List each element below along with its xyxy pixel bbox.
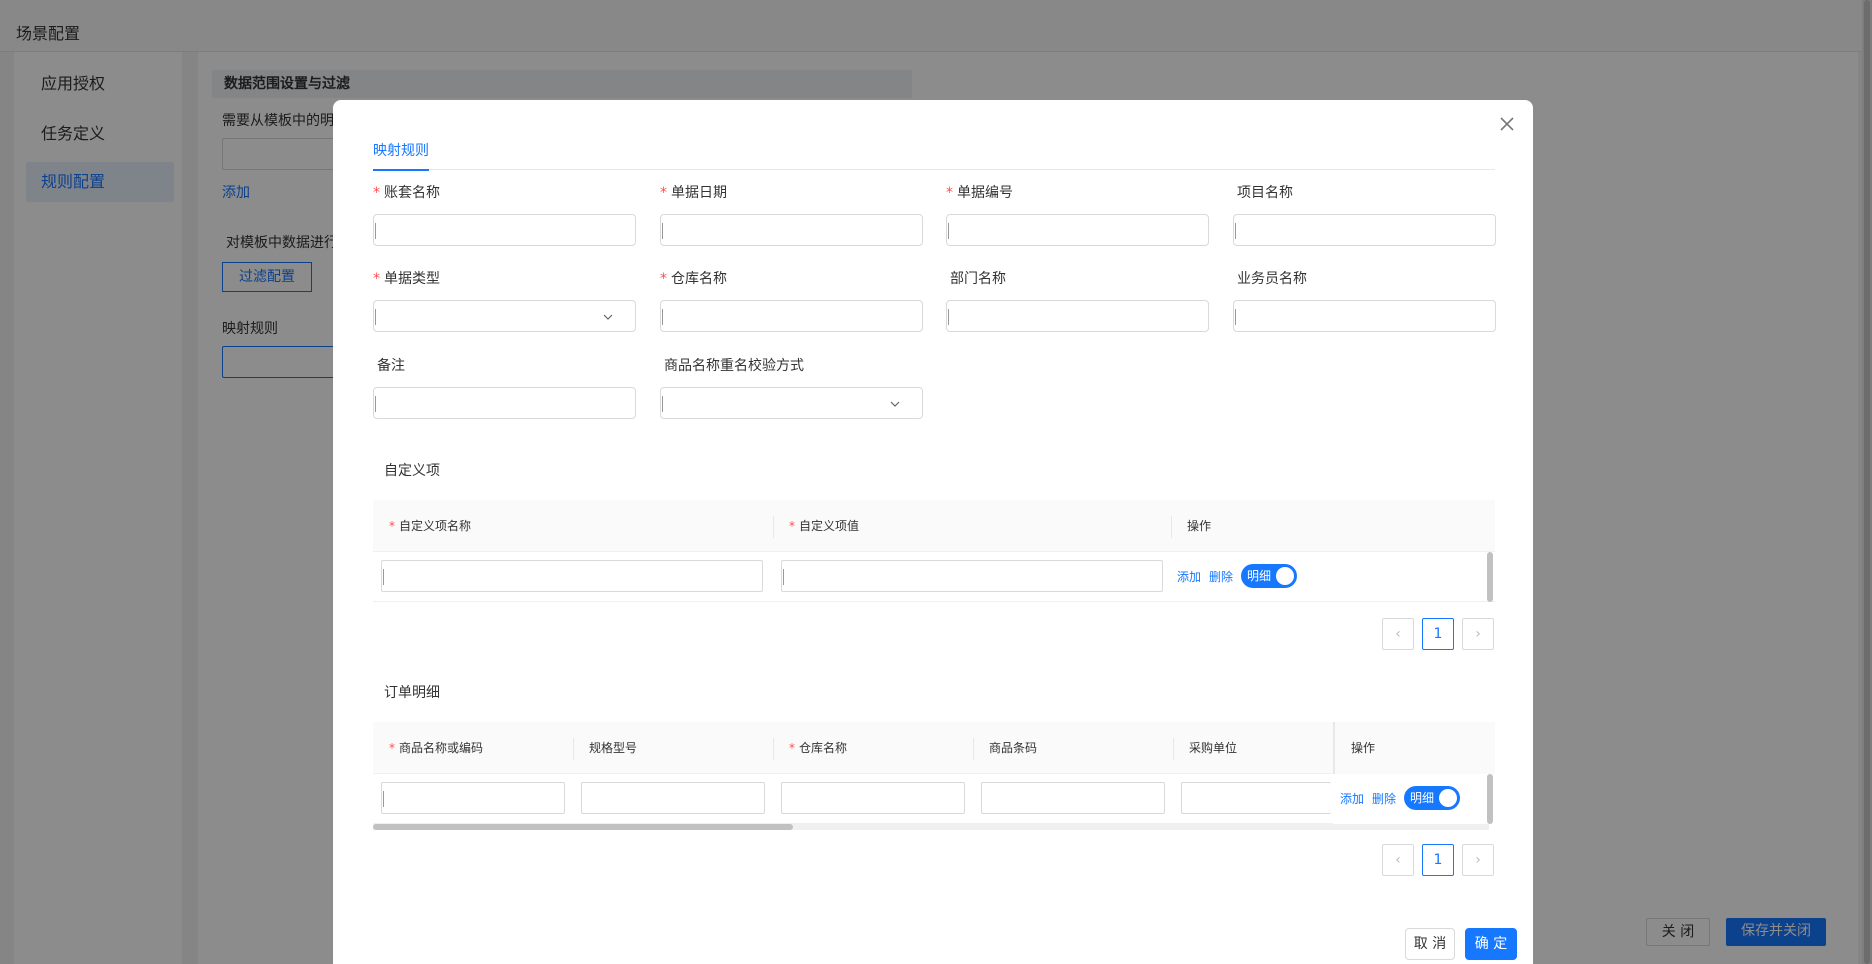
chevron-down-icon xyxy=(890,401,900,407)
field-label: 部门名称 xyxy=(950,271,1006,287)
pagination-page-1[interactable]: 1 xyxy=(1422,618,1454,650)
scrollbar-thumb[interactable] xyxy=(373,824,793,830)
column-header-custom-name: * 自定义项名称 xyxy=(389,519,472,533)
row-delete-link[interactable]: 删除 xyxy=(1209,568,1233,585)
field-salesperson-name: 业务员名称 xyxy=(1233,268,1497,332)
pagination-next[interactable]: › xyxy=(1462,618,1494,650)
tab-ink-bar xyxy=(373,169,429,171)
warehouse-input[interactable] xyxy=(781,782,965,814)
warehouse-name-input[interactable] xyxy=(660,300,923,332)
table-vertical-scrollbar[interactable] xyxy=(1487,552,1493,602)
document-date-input[interactable] xyxy=(660,214,923,246)
column-header-purchase-unit: 采购单位 xyxy=(1189,741,1238,755)
detail-switch[interactable]: 明细 xyxy=(1241,564,1297,588)
field-document-number: * 单据编号 xyxy=(946,182,1210,246)
column-header-custom-value: * 自定义项值 xyxy=(789,519,860,533)
order-table-header: * 商品名称或编码 规格型号 * 仓库名称 商品条码 采购单位 操作 xyxy=(373,722,1495,774)
field-label: * 单据类型 xyxy=(373,271,440,287)
tab-label: 映射规则 xyxy=(373,143,429,159)
row-delete-link[interactable]: 删除 xyxy=(1372,790,1396,807)
order-details-title: 订单明细 xyxy=(384,685,440,701)
project-name-input[interactable] xyxy=(1233,214,1496,246)
table-row: 添加 删除 明细 xyxy=(373,774,1495,824)
table-row: 添加 删除 明细 xyxy=(373,552,1495,602)
custom-items-title: 自定义项 xyxy=(384,463,440,479)
tab-mapping-rule[interactable]: 映射规则 xyxy=(373,138,429,171)
field-label: * 单据日期 xyxy=(660,185,727,201)
field-label: * 仓库名称 xyxy=(660,271,727,287)
column-header-warehouse: * 仓库名称 xyxy=(789,741,848,755)
table-horizontal-scrollbar[interactable] xyxy=(373,824,1489,830)
field-ledger-name: * 账套名称 xyxy=(373,182,637,246)
purchase-unit-input[interactable] xyxy=(1181,782,1331,814)
column-header-operation: 操作 xyxy=(1187,519,1212,533)
field-label: 项目名称 xyxy=(1237,185,1293,201)
column-header-spec: 规格型号 xyxy=(589,741,638,755)
field-remark: 备注 xyxy=(373,355,637,419)
field-document-type: * 单据类型 xyxy=(373,268,637,332)
table-vertical-scrollbar[interactable] xyxy=(1487,774,1493,824)
fixed-operation-cell: 添加 删除 明细 xyxy=(1333,774,1495,824)
product-input[interactable] xyxy=(381,782,565,814)
custom-value-input[interactable] xyxy=(781,560,1163,592)
pagination-prev[interactable]: ‹ xyxy=(1382,844,1414,876)
ok-button[interactable]: 确 定 xyxy=(1465,928,1517,960)
chevron-down-icon xyxy=(603,314,613,320)
pagination-next[interactable]: › xyxy=(1462,844,1494,876)
cancel-button[interactable]: 取 消 xyxy=(1405,928,1455,960)
mapping-rule-modal: 映射规则 * 账套名称 * 单据日期 * 单据编号 项目名称 * 单据类型 * 仓库名称 部门名称 业务… xyxy=(333,100,1533,964)
document-number-input[interactable] xyxy=(946,214,1209,246)
barcode-input[interactable] xyxy=(981,782,1165,814)
field-label: * 单据编号 xyxy=(946,185,1013,201)
field-duplicate-check-mode: 商品名称重名校验方式 xyxy=(660,355,924,419)
row-add-link[interactable]: 添加 xyxy=(1177,568,1201,585)
spec-input[interactable] xyxy=(581,782,765,814)
field-department-name: 部门名称 xyxy=(946,268,1210,332)
field-label: 商品名称重名校验方式 xyxy=(664,358,804,374)
field-label: 业务员名称 xyxy=(1237,271,1307,287)
document-type-select[interactable] xyxy=(373,300,636,332)
duplicate-check-mode-select[interactable] xyxy=(660,387,923,419)
field-warehouse-name: * 仓库名称 xyxy=(660,268,924,332)
pagination-prev[interactable]: ‹ xyxy=(1382,618,1414,650)
column-header-operation: 操作 xyxy=(1333,722,1495,774)
custom-name-input[interactable] xyxy=(381,560,763,592)
detail-switch[interactable]: 明细 xyxy=(1404,786,1460,810)
field-label: * 账套名称 xyxy=(373,185,440,201)
row-add-link[interactable]: 添加 xyxy=(1340,790,1364,807)
salesperson-name-input[interactable] xyxy=(1233,300,1496,332)
field-label: 备注 xyxy=(377,358,405,374)
modal-tabs: 映射规则 xyxy=(373,138,1495,171)
column-header-product: * 商品名称或编码 xyxy=(389,741,484,755)
ledger-name-input[interactable] xyxy=(373,214,636,246)
department-name-input[interactable] xyxy=(946,300,1209,332)
custom-items-table-header: * 自定义项名称 * 自定义项值 操作 xyxy=(373,500,1495,552)
close-icon[interactable] xyxy=(1497,114,1517,134)
pagination-page-1[interactable]: 1 xyxy=(1422,844,1454,876)
field-project-name: 项目名称 xyxy=(1233,182,1497,246)
field-document-date: * 单据日期 xyxy=(660,182,924,246)
remark-input[interactable] xyxy=(373,387,636,419)
column-header-barcode: 商品条码 xyxy=(989,741,1038,755)
